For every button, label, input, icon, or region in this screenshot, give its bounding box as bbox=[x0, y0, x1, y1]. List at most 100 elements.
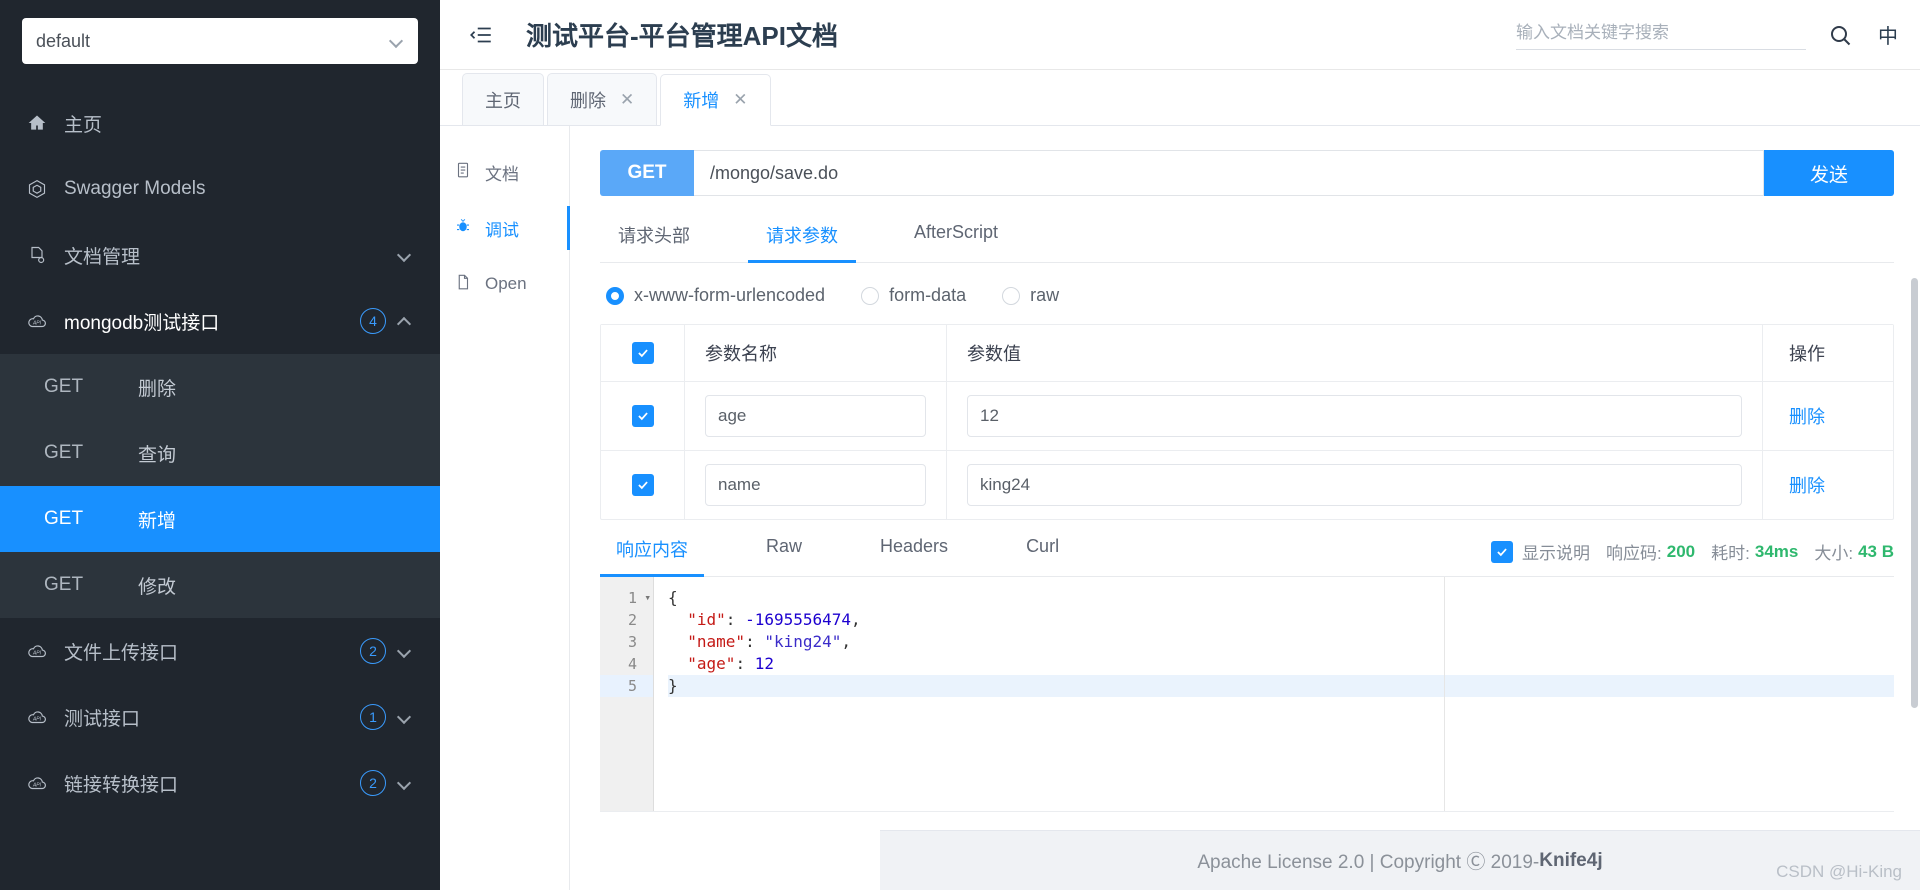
sidebar-item-home[interactable]: 主页 bbox=[0, 90, 440, 156]
sidebar-item-file-upload-api[interactable]: API 文件上传接口 2 bbox=[0, 618, 440, 684]
row-select-cell[interactable] bbox=[601, 382, 685, 450]
code-line-number: 2 bbox=[627, 611, 637, 629]
response-code-viewer[interactable]: 1 2 3 4 5 { "id": -1695556474, "name": "king… bbox=[600, 577, 1894, 812]
http-method-badge: GET bbox=[600, 150, 694, 196]
tab-label: 删除 bbox=[570, 90, 606, 111]
code-vertical-rule bbox=[1444, 577, 1445, 811]
sidebar-item-mongodb-api[interactable]: API mongodb测试接口 4 bbox=[0, 288, 440, 354]
request-tab-afterscript[interactable]: AfterScript bbox=[896, 222, 1016, 262]
checkbox-checked-icon[interactable] bbox=[1491, 540, 1514, 563]
side-tab-open[interactable]: Open bbox=[440, 256, 569, 312]
request-tab-params[interactable]: 请求参数 bbox=[748, 222, 856, 263]
request-tab-headers[interactable]: 请求头部 bbox=[600, 222, 708, 262]
search-box[interactable] bbox=[1516, 19, 1806, 50]
menu-fold-icon[interactable] bbox=[468, 22, 494, 48]
params-table-header: 参数名称 参数值 操作 bbox=[601, 325, 1893, 382]
show-description-toggle[interactable]: 显示说明 bbox=[1491, 539, 1590, 564]
param-value-input[interactable] bbox=[967, 395, 1742, 437]
app-root: default 主页 Swagger Models 文档管理 API mongo… bbox=[0, 0, 1920, 890]
sidebar-item-swagger-models[interactable]: Swagger Models bbox=[0, 156, 440, 222]
api-item-label: 删除 bbox=[138, 378, 177, 400]
response-tab-headers[interactable]: Headers bbox=[864, 536, 964, 576]
radio-icon bbox=[1002, 286, 1021, 305]
table-row: 删除 bbox=[601, 382, 1893, 451]
api-item-label: 新增 bbox=[138, 510, 177, 532]
sidebar-item-link-convert-api[interactable]: API 链接转换接口 2 bbox=[0, 750, 440, 816]
side-tab-doc[interactable]: 文档 bbox=[440, 144, 569, 200]
body-type-radio-group: x-www-form-urlencoded form-data raw bbox=[606, 285, 1894, 306]
chevron-down-icon bbox=[390, 34, 404, 48]
language-toggle[interactable]: 中 bbox=[1878, 20, 1898, 49]
api-cloud-icon: API bbox=[24, 308, 50, 334]
main-panel: 测试平台-平台管理API文档 中 主页 删除 ✕ bbox=[440, 0, 1920, 890]
column-header-name: 参数名称 bbox=[685, 325, 947, 381]
checkbox-checked-icon[interactable] bbox=[631, 405, 654, 427]
expand-toggle[interactable] bbox=[398, 710, 412, 724]
content-row: 文档 调试 Open GET /mongo/save.do 发送 请求头部 请求… bbox=[440, 126, 1920, 890]
param-name-input[interactable] bbox=[705, 395, 926, 437]
row-operation-cell: 删除 bbox=[1763, 451, 1893, 519]
response-tab-curl[interactable]: Curl bbox=[1010, 536, 1075, 576]
request-url-input[interactable] bbox=[694, 150, 1764, 196]
svg-text:API: API bbox=[32, 717, 42, 723]
sidebar-item-label: 文件上传接口 bbox=[64, 642, 179, 664]
http-method-label: GET bbox=[44, 508, 84, 529]
column-header-value: 参数值 bbox=[947, 325, 1763, 381]
project-selector-value: default bbox=[36, 30, 91, 51]
expand-toggle[interactable] bbox=[398, 776, 412, 790]
checkbox-checked-icon[interactable] bbox=[631, 474, 654, 496]
api-item-label: 查询 bbox=[138, 444, 177, 466]
cube-icon bbox=[24, 176, 50, 202]
row-operation-cell: 删除 bbox=[1763, 382, 1893, 450]
api-item-create[interactable]: GET 新增 bbox=[0, 486, 440, 552]
project-selector[interactable]: default bbox=[22, 18, 418, 64]
sidebar-nav: 主页 Swagger Models 文档管理 API mongodb测试接口 4… bbox=[0, 90, 440, 816]
tab-delete[interactable]: 删除 ✕ bbox=[547, 73, 658, 125]
sidebar-item-badge: 1 bbox=[360, 704, 386, 730]
close-icon[interactable]: ✕ bbox=[733, 90, 747, 110]
expand-toggle[interactable] bbox=[398, 248, 412, 262]
code-line: } bbox=[668, 675, 1894, 697]
top-header: 测试平台-平台管理API文档 中 bbox=[440, 0, 1920, 70]
http-method-label: GET bbox=[44, 442, 84, 463]
collapse-toggle[interactable] bbox=[398, 314, 412, 328]
select-all-cell[interactable] bbox=[601, 325, 685, 381]
api-item-update[interactable]: GET 修改 bbox=[0, 552, 440, 618]
send-button[interactable]: 发送 bbox=[1764, 150, 1894, 196]
api-item-label: 修改 bbox=[138, 576, 177, 598]
http-method-label: GET bbox=[44, 376, 84, 397]
api-item-query[interactable]: GET 查询 bbox=[0, 420, 440, 486]
close-icon[interactable]: ✕ bbox=[620, 90, 634, 110]
api-cloud-icon: API bbox=[24, 638, 50, 664]
code-line: { bbox=[668, 588, 678, 607]
row-select-cell[interactable] bbox=[601, 451, 685, 519]
radio-raw[interactable]: raw bbox=[1002, 285, 1059, 306]
content-scrollbar[interactable] bbox=[1911, 278, 1918, 708]
checkbox-checked-icon[interactable] bbox=[631, 342, 654, 364]
radio-x-www-form-urlencoded[interactable]: x-www-form-urlencoded bbox=[606, 285, 825, 306]
code-content[interactable]: { "id": -1695556474, "name": "king24", "… bbox=[654, 577, 1894, 811]
expand-toggle[interactable] bbox=[398, 644, 412, 658]
api-item-delete[interactable]: GET 删除 bbox=[0, 354, 440, 420]
tab-create[interactable]: 新增 ✕ bbox=[660, 74, 771, 126]
response-tab-raw[interactable]: Raw bbox=[750, 536, 818, 576]
code-line-number: 4 bbox=[627, 655, 637, 673]
param-name-input[interactable] bbox=[705, 464, 926, 506]
param-value-cell bbox=[947, 382, 1763, 450]
side-tab-debug[interactable]: 调试 bbox=[440, 200, 570, 256]
mongodb-api-children: GET 删除 GET 查询 GET 新增 GET 修改 bbox=[0, 354, 440, 618]
sidebar-item-test-api[interactable]: API 测试接口 1 bbox=[0, 684, 440, 750]
header-actions: 中 bbox=[1516, 19, 1898, 50]
sidebar-item-doc-management[interactable]: 文档管理 bbox=[0, 222, 440, 288]
svg-text:API: API bbox=[32, 651, 42, 657]
chevron-down-icon bbox=[398, 710, 412, 724]
tab-home[interactable]: 主页 bbox=[462, 73, 544, 125]
param-value-input[interactable] bbox=[967, 464, 1742, 506]
radio-form-data[interactable]: form-data bbox=[861, 285, 966, 306]
search-icon[interactable] bbox=[1828, 23, 1852, 47]
delete-row-button[interactable]: 删除 bbox=[1789, 472, 1825, 498]
response-tab-content[interactable]: 响应内容 bbox=[600, 536, 704, 577]
code-line-number: 3 bbox=[627, 633, 637, 651]
delete-row-button[interactable]: 删除 bbox=[1789, 403, 1825, 429]
search-input[interactable] bbox=[1516, 23, 1806, 43]
